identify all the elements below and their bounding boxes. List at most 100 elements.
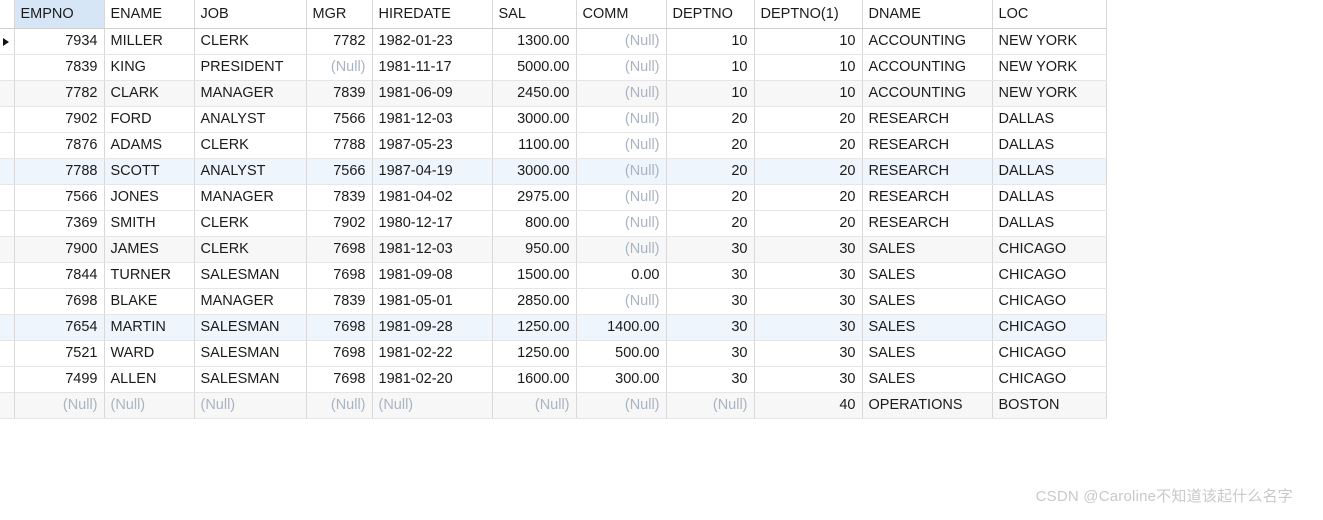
- cell-comm[interactable]: (Null): [576, 210, 667, 237]
- cell-comm[interactable]: (Null): [576, 106, 667, 133]
- cell-loc[interactable]: DALLAS: [992, 184, 1107, 211]
- table-row[interactable]: 7902 FORD ANALYST 7566 1981-12-03 3000.00 (Nul…: [0, 106, 1107, 133]
- cell-sal[interactable]: 2975.00: [492, 184, 577, 211]
- row-indicator-cell[interactable]: [0, 340, 15, 367]
- cell-job[interactable]: MANAGER: [194, 80, 307, 107]
- column-header-deptno[interactable]: DEPTNO: [666, 0, 755, 29]
- cell-deptno1[interactable]: 10: [754, 28, 863, 55]
- cell-mgr[interactable]: 7839: [306, 80, 373, 107]
- table-row[interactable]: 7782 CLARK MANAGER 7839 1981-06-09 2450.00 (Nu…: [0, 80, 1107, 107]
- table-row[interactable]: 7369 SMITH CLERK 7902 1980-12-17 800.00 (Null)…: [0, 210, 1107, 237]
- cell-loc[interactable]: BOSTON: [992, 392, 1107, 419]
- cell-dname[interactable]: OPERATIONS: [862, 392, 993, 419]
- cell-mgr[interactable]: 7788: [306, 132, 373, 159]
- table-row[interactable]: 7844 TURNER SALESMAN 7698 1981-09-08 1500.00 0…: [0, 262, 1107, 289]
- cell-loc[interactable]: DALLAS: [992, 132, 1107, 159]
- cell-deptno1[interactable]: 10: [754, 54, 863, 81]
- row-indicator-cell[interactable]: [0, 236, 15, 263]
- cell-deptno[interactable]: 10: [666, 80, 755, 107]
- cell-deptno[interactable]: 30: [666, 366, 755, 393]
- cell-loc[interactable]: CHICAGO: [992, 262, 1107, 289]
- cell-mgr[interactable]: 7566: [306, 158, 373, 185]
- table-row[interactable]: 7654 MARTIN SALESMAN 7698 1981-09-28 1250.00 1…: [0, 314, 1107, 341]
- cell-ename[interactable]: WARD: [104, 340, 195, 367]
- cell-hiredate[interactable]: 1980-12-17: [372, 210, 493, 237]
- cell-job[interactable]: (Null): [194, 392, 307, 419]
- cell-sal[interactable]: 1250.00: [492, 340, 577, 367]
- row-indicator-cell[interactable]: [0, 392, 15, 419]
- cell-sal[interactable]: 3000.00: [492, 158, 577, 185]
- cell-hiredate[interactable]: (Null): [372, 392, 493, 419]
- cell-sal[interactable]: (Null): [492, 392, 577, 419]
- cell-comm[interactable]: 1400.00: [576, 314, 667, 341]
- cell-empno[interactable]: 7698: [14, 288, 105, 315]
- cell-dname[interactable]: ACCOUNTING: [862, 28, 993, 55]
- cell-deptno[interactable]: 30: [666, 288, 755, 315]
- cell-ename[interactable]: KING: [104, 54, 195, 81]
- cell-deptno[interactable]: 10: [666, 28, 755, 55]
- cell-deptno[interactable]: 20: [666, 210, 755, 237]
- cell-mgr[interactable]: 7698: [306, 340, 373, 367]
- cell-sal[interactable]: 5000.00: [492, 54, 577, 81]
- cell-empno[interactable]: 7566: [14, 184, 105, 211]
- cell-hiredate[interactable]: 1981-05-01: [372, 288, 493, 315]
- cell-dname[interactable]: SALES: [862, 340, 993, 367]
- cell-comm[interactable]: (Null): [576, 80, 667, 107]
- row-indicator-cell[interactable]: [0, 288, 15, 315]
- cell-comm[interactable]: (Null): [576, 392, 667, 419]
- cell-deptno[interactable]: 20: [666, 132, 755, 159]
- table-row[interactable]: (Null) (Null) (Null) (Null) (Null) (Null) (Nul…: [0, 392, 1107, 419]
- cell-job[interactable]: ANALYST: [194, 158, 307, 185]
- cell-hiredate[interactable]: 1981-12-03: [372, 236, 493, 263]
- cell-comm[interactable]: 500.00: [576, 340, 667, 367]
- cell-ename[interactable]: CLARK: [104, 80, 195, 107]
- cell-deptno[interactable]: (Null): [666, 392, 755, 419]
- cell-ename[interactable]: SMITH: [104, 210, 195, 237]
- cell-sal[interactable]: 950.00: [492, 236, 577, 263]
- cell-comm[interactable]: 300.00: [576, 366, 667, 393]
- cell-deptno[interactable]: 30: [666, 340, 755, 367]
- cell-loc[interactable]: CHICAGO: [992, 288, 1107, 315]
- cell-ename[interactable]: JONES: [104, 184, 195, 211]
- column-header-ename[interactable]: ENAME: [104, 0, 195, 29]
- cell-loc[interactable]: DALLAS: [992, 210, 1107, 237]
- table-row[interactable]: 7698 BLAKE MANAGER 7839 1981-05-01 2850.00 (Nu…: [0, 288, 1107, 315]
- cell-dname[interactable]: SALES: [862, 236, 993, 263]
- cell-hiredate[interactable]: 1981-06-09: [372, 80, 493, 107]
- cell-ename[interactable]: BLAKE: [104, 288, 195, 315]
- cell-ename[interactable]: (Null): [104, 392, 195, 419]
- cell-hiredate[interactable]: 1987-04-19: [372, 158, 493, 185]
- cell-sal[interactable]: 1500.00: [492, 262, 577, 289]
- cell-comm[interactable]: (Null): [576, 132, 667, 159]
- cell-deptno1[interactable]: 40: [754, 392, 863, 419]
- cell-empno[interactable]: 7782: [14, 80, 105, 107]
- cell-mgr[interactable]: 7902: [306, 210, 373, 237]
- cell-mgr[interactable]: 7698: [306, 366, 373, 393]
- row-indicator-cell[interactable]: [0, 106, 15, 133]
- cell-ename[interactable]: TURNER: [104, 262, 195, 289]
- cell-deptno1[interactable]: 20: [754, 184, 863, 211]
- cell-deptno[interactable]: 30: [666, 236, 755, 263]
- row-indicator-cell[interactable]: [0, 210, 15, 237]
- cell-comm[interactable]: (Null): [576, 184, 667, 211]
- row-indicator-cell[interactable]: [0, 314, 15, 341]
- cell-mgr[interactable]: 7566: [306, 106, 373, 133]
- cell-deptno[interactable]: 30: [666, 314, 755, 341]
- cell-dname[interactable]: RESEARCH: [862, 158, 993, 185]
- cell-ename[interactable]: JAMES: [104, 236, 195, 263]
- cell-deptno1[interactable]: 30: [754, 236, 863, 263]
- cell-hiredate[interactable]: 1981-02-20: [372, 366, 493, 393]
- cell-hiredate[interactable]: 1982-01-23: [372, 28, 493, 55]
- table-row[interactable]: 7839 KING PRESIDENT (Null) 1981-11-17 5000.00…: [0, 54, 1107, 81]
- cell-loc[interactable]: NEW YORK: [992, 54, 1107, 81]
- cell-loc[interactable]: CHICAGO: [992, 314, 1107, 341]
- cell-mgr[interactable]: 7782: [306, 28, 373, 55]
- cell-deptno[interactable]: 30: [666, 262, 755, 289]
- table-row[interactable]: 7788 SCOTT ANALYST 7566 1987-04-19 3000.00 (Nu…: [0, 158, 1107, 185]
- cell-loc[interactable]: NEW YORK: [992, 80, 1107, 107]
- cell-comm[interactable]: (Null): [576, 158, 667, 185]
- cell-empno[interactable]: 7876: [14, 132, 105, 159]
- cell-empno[interactable]: 7839: [14, 54, 105, 81]
- cell-mgr[interactable]: 7839: [306, 288, 373, 315]
- cell-comm[interactable]: (Null): [576, 288, 667, 315]
